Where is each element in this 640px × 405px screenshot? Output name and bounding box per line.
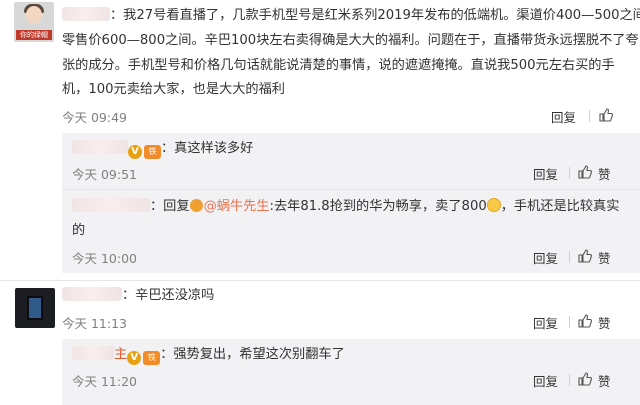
avatar[interactable]: [15, 288, 55, 328]
mention-icon: [189, 199, 203, 212]
mention-link[interactable]: @蜗牛先生: [189, 199, 270, 214]
reply-text: 主 V 铁：强势复出，希望这次别翻车了: [72, 345, 345, 365]
comment-text-line: 机，100元卖给大家，也是大大的福利: [62, 82, 285, 97]
timestamp: 今天 11:20: [72, 374, 137, 389]
comment-text: ：辛巴还没凉吗: [62, 286, 214, 306]
reply-user-name[interactable]: [72, 198, 150, 212]
like-label[interactable]: 赞: [598, 371, 611, 390]
fan-badge: 铁: [143, 351, 161, 365]
reply-text-line: 的: [72, 223, 86, 238]
thumb-up-icon[interactable]: [599, 108, 613, 122]
avatar-tag: 你的绿帽: [16, 30, 52, 40]
reply-user-name[interactable]: [72, 140, 128, 154]
divider: [0, 280, 640, 281]
divider: [589, 110, 590, 122]
comment-text: ：我27号看直播了，几款手机型号是红米系列2019年发布的低端机。渠道价400—…: [62, 6, 640, 26]
reply-button[interactable]: 回复: [533, 164, 558, 183]
thumb-up-icon[interactable]: [578, 372, 592, 386]
reply-button[interactable]: 回复: [533, 371, 558, 390]
divider: [569, 167, 570, 179]
thumb-up-icon[interactable]: [578, 314, 592, 328]
v-badge: V: [128, 145, 142, 159]
reply-text: V 铁：真这样该多好: [72, 139, 253, 159]
divider: [569, 251, 570, 263]
divider: [569, 374, 570, 386]
comment-text-line: 张的成分。手机型号和价格几句话就能说清楚的事情，说的遮遮掩掩。直说我500元左右…: [62, 58, 615, 73]
divider: [62, 189, 640, 190]
user-name[interactable]: [62, 7, 110, 21]
reply-text: ：回复 @蜗牛先生:去年81.8抢到的华为畅享，卖了800 ，手机还是比较真实: [72, 197, 619, 217]
reply-user-name[interactable]: [72, 346, 114, 360]
thumb-up-icon[interactable]: [578, 249, 592, 263]
timestamp: 今天 11:13: [62, 316, 127, 331]
avatar[interactable]: 你的绿帽: [14, 2, 54, 42]
comment-text-line: 零售价600—800之间。辛巴100块左右卖得确是大大的福利。问题在于，直播带货…: [62, 33, 639, 48]
like-label[interactable]: 赞: [598, 164, 611, 183]
timestamp: 今天 09:49: [62, 110, 127, 125]
user-name[interactable]: [62, 287, 122, 301]
divider: [569, 316, 570, 328]
v-badge: V: [127, 351, 142, 365]
reply-button[interactable]: 回复: [551, 107, 576, 126]
timestamp: 今天 10:00: [72, 251, 137, 266]
fan-badge: 铁: [144, 145, 161, 159]
timestamp: 今天 09:51: [72, 167, 137, 182]
reply-button[interactable]: 回复: [533, 313, 558, 332]
like-label[interactable]: 赞: [598, 313, 611, 332]
emoji-icon: [486, 198, 501, 212]
reply-button[interactable]: 回复: [533, 248, 558, 267]
thumb-up-icon[interactable]: [578, 165, 592, 179]
like-label[interactable]: 赞: [598, 248, 611, 267]
